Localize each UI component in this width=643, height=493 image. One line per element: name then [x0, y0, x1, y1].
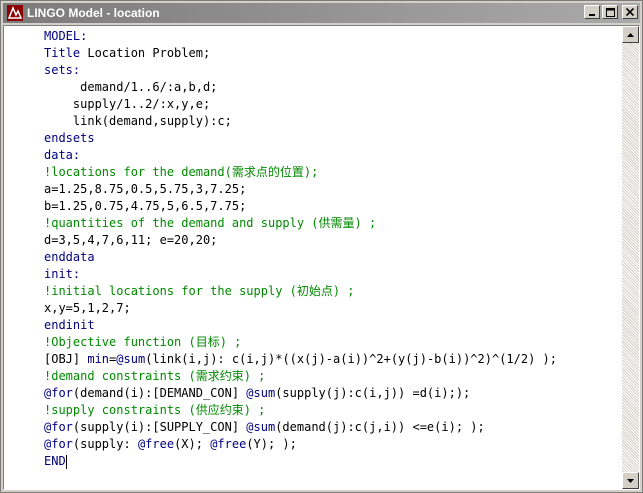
- code-line[interactable]: @for(demand(i):[DEMAND_CON] @sum(supply(…: [44, 385, 557, 402]
- minimize-icon: [589, 14, 595, 16]
- code-line[interactable]: data:: [44, 147, 557, 164]
- code-line[interactable]: demand/1..6/:a,b,d;: [44, 79, 557, 96]
- code-line[interactable]: !locations for the demand(需求点的位置);: [44, 164, 557, 181]
- code-line[interactable]: Title Location Problem;: [44, 45, 557, 62]
- text-caret: [65, 454, 67, 469]
- code-line[interactable]: !initial locations for the supply (初始点) …: [44, 283, 557, 300]
- code-text: supply/1..2/:x,y,e;: [44, 97, 211, 111]
- editor-frame: MODEL: Title Location Problem; sets: deman…: [3, 25, 640, 490]
- code-line[interactable]: b=1.25,0.75,4.75,5,6.5,7.75;: [44, 198, 557, 215]
- code-line[interactable]: init:: [44, 266, 557, 283]
- code-text: x,y=5,1,2,7;: [44, 301, 131, 315]
- code-line[interactable]: @for(supply(i):[SUPPLY_CON] @sum(demand(…: [44, 419, 557, 436]
- code-line[interactable]: a=1.25,8.75,0.5,5.75,3,7.25;: [44, 181, 557, 198]
- code-text: (link(i,j): c(i,j)*((x(j)-a(i))^2+(y(j)-…: [145, 352, 557, 366]
- code-keyword: END: [44, 454, 66, 468]
- code-comment: !locations for the demand(需求点的位置);: [44, 165, 319, 179]
- code-comment: !quantities of the demand and supply (供需…: [44, 216, 377, 230]
- close-button[interactable]: [622, 5, 638, 19]
- scroll-down-button[interactable]: [622, 472, 639, 489]
- code-comment: !demand constraints (需求约束) ;: [44, 369, 266, 383]
- code-keyword: endinit: [44, 318, 95, 332]
- code-keyword: MODEL:: [44, 29, 88, 43]
- code-keyword: Title: [44, 46, 81, 60]
- lingo-app-icon[interactable]: [7, 5, 23, 21]
- window-title: LINGO Model - location: [27, 6, 160, 20]
- code-line[interactable]: !demand constraints (需求约束) ;: [44, 368, 557, 385]
- code-keyword: @for: [44, 420, 73, 434]
- code-line[interactable]: !quantities of the demand and supply (供需…: [44, 215, 557, 232]
- code-line[interactable]: d=3,5,4,7,6,11; e=20,20;: [44, 232, 557, 249]
- code-text: (supply(j):c(i,j)) =d(i););: [275, 386, 471, 400]
- code-line[interactable]: link(demand,supply):c;: [44, 113, 557, 130]
- scroll-up-button[interactable]: [622, 26, 639, 43]
- arrow-up-icon: [627, 32, 634, 37]
- code-editor[interactable]: MODEL: Title Location Problem; sets: deman…: [4, 26, 622, 489]
- code-keyword: @free: [137, 437, 175, 451]
- code-text: demand/1..6/:a,b,d;: [44, 80, 218, 94]
- code-keyword: @sum: [116, 352, 146, 366]
- code-comment: !initial locations for the supply (初始点) …: [44, 284, 355, 298]
- code-comment: !Objective function (目标) ;: [44, 335, 242, 349]
- code-keyword: @free: [210, 437, 247, 451]
- code-text: (demand(j):c(j,i)) <=e(i); );: [275, 420, 485, 434]
- code-keyword: init:: [44, 267, 81, 281]
- code-keyword: enddata: [44, 250, 95, 264]
- code-text: (supply(i):[SUPPLY_CON]: [72, 420, 247, 434]
- code-text: [OBJ]: [44, 352, 88, 366]
- code-keyword: data:: [44, 148, 81, 162]
- maximize-button[interactable]: [602, 5, 618, 19]
- maximize-icon: [605, 7, 615, 17]
- code-text: Location Problem;: [80, 46, 211, 60]
- code-keyword: @sum: [246, 420, 276, 434]
- code-text: (demand(i):[DEMAND_CON]: [72, 386, 247, 400]
- code-line[interactable]: !Objective function (目标) ;: [44, 334, 557, 351]
- code-keyword: @sum: [246, 386, 276, 400]
- code-text: d=3,5,4,7,6,11; e=20,20;: [44, 233, 218, 247]
- arrow-down-icon: [627, 478, 634, 483]
- code-keyword: min: [87, 352, 110, 366]
- code-keyword: @for: [44, 386, 73, 400]
- code-line[interactable]: endsets: [44, 130, 557, 147]
- minimize-button[interactable]: [584, 5, 600, 19]
- code-line[interactable]: @for(supply: @free(X); @free(Y); );: [44, 436, 557, 453]
- code-line[interactable]: endinit: [44, 317, 557, 334]
- code-keyword: @for: [44, 437, 73, 451]
- code-line[interactable]: MODEL:: [44, 28, 557, 45]
- code-keyword: endsets: [44, 131, 95, 145]
- code-lines: MODEL: Title Location Problem; sets: deman…: [44, 28, 557, 470]
- code-text: link(demand,supply):c;: [44, 114, 232, 128]
- code-text: (Y); );: [246, 437, 297, 451]
- close-icon: [626, 8, 634, 16]
- code-line[interactable]: [OBJ] min=@sum(link(i,j): c(i,j)*((x(j)-…: [44, 351, 557, 368]
- code-text: b=1.25,0.75,4.75,5,6.5,7.75;: [44, 199, 247, 213]
- code-keyword: sets:: [44, 63, 81, 77]
- code-line[interactable]: supply/1..2/:x,y,e;: [44, 96, 557, 113]
- vertical-scrollbar[interactable]: [622, 26, 639, 489]
- code-line[interactable]: enddata: [44, 249, 557, 266]
- code-line[interactable]: sets:: [44, 62, 557, 79]
- title-bar[interactable]: LINGO Model - location: [3, 3, 640, 23]
- code-text: (supply:: [72, 437, 138, 451]
- code-text: (X);: [174, 437, 211, 451]
- window-controls: [584, 5, 638, 19]
- code-line[interactable]: END: [44, 453, 557, 470]
- code-line[interactable]: x,y=5,1,2,7;: [44, 300, 557, 317]
- code-text: a=1.25,8.75,0.5,5.75,3,7.25;: [44, 182, 247, 196]
- code-line[interactable]: !supply constraints (供应约束) ;: [44, 402, 557, 419]
- code-comment: !supply constraints (供应约束) ;: [44, 403, 266, 417]
- lingo-model-window: LINGO Model - location MODEL: Title Locat…: [0, 0, 643, 493]
